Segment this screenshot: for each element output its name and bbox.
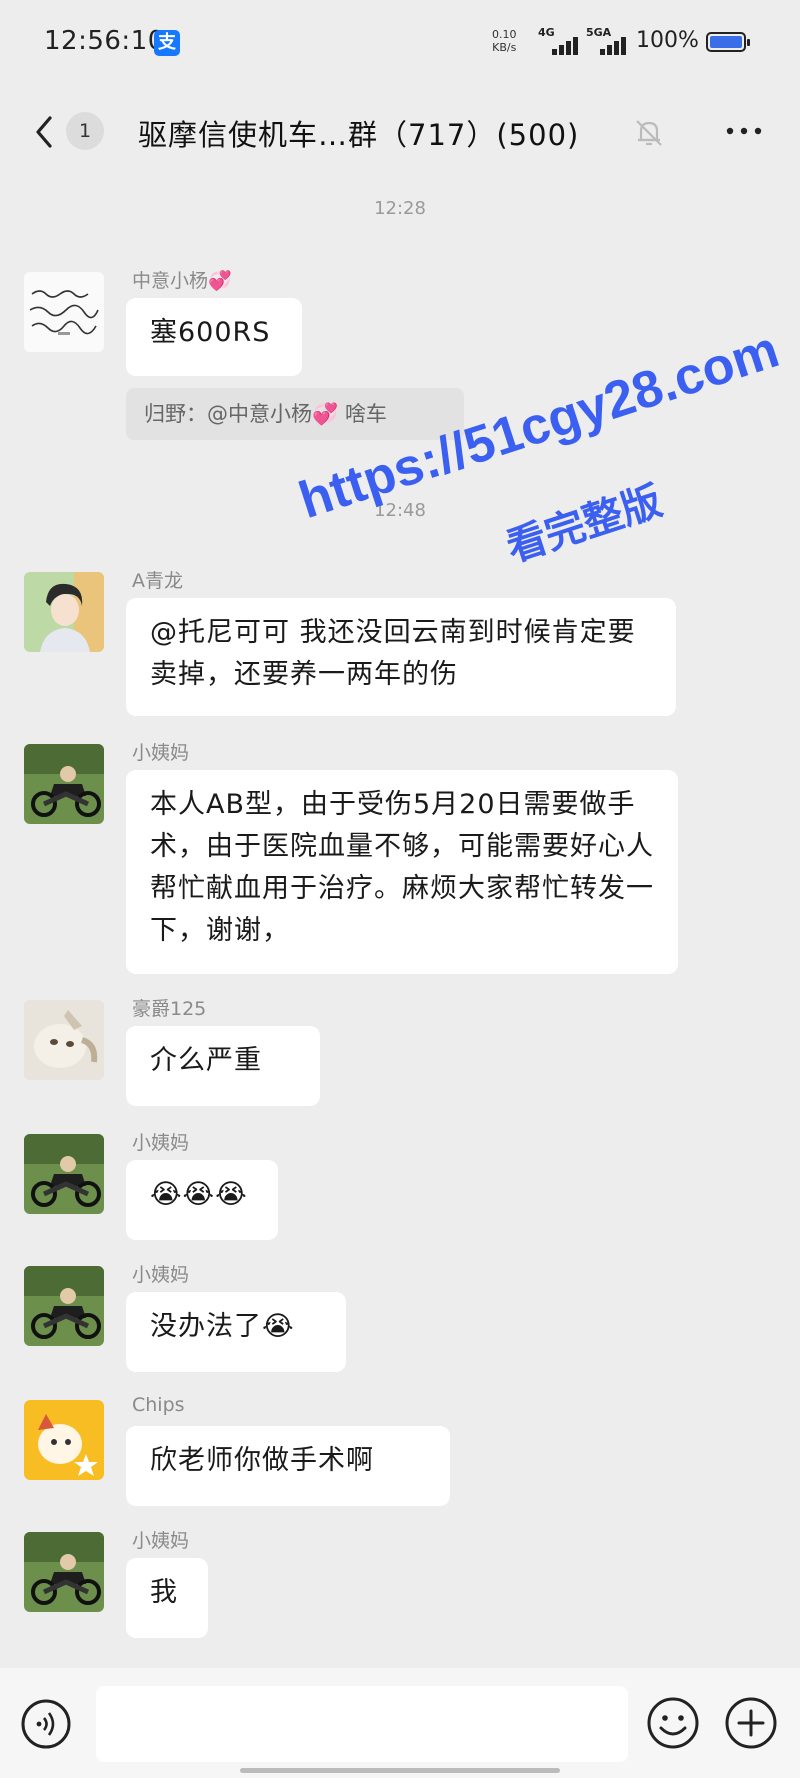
message-bubble[interactable]: 介么严重 — [126, 1026, 320, 1106]
network-speed-unit: KB/s — [492, 41, 517, 54]
emoji-icon[interactable] — [646, 1696, 700, 1750]
avatar[interactable] — [24, 1266, 104, 1346]
back-arrow-icon[interactable] — [28, 114, 64, 150]
network-speed: 0.10 KB/s — [492, 28, 517, 54]
battery-percent: 100% — [636, 28, 699, 53]
network-speed-value: 0.10 — [492, 28, 517, 41]
message-input-bar — [0, 1668, 800, 1778]
timestamp: 12:28 — [374, 198, 426, 219]
unread-count-badge[interactable]: 1 — [66, 112, 104, 150]
plus-icon[interactable] — [724, 1696, 778, 1750]
avatar[interactable] — [24, 572, 104, 652]
home-indicator — [240, 1768, 560, 1773]
avatar[interactable] — [24, 1000, 104, 1080]
message-bubble[interactable]: 塞600RS — [126, 298, 302, 376]
sender-name: 小姨妈 — [132, 1530, 190, 1552]
message-bubble[interactable]: 本人AB型，由于受伤5月20日需要做手术，由于医院血量不够，可能需要好心人帮忙献… — [126, 770, 678, 974]
sender-name: 中意小杨💞 — [132, 270, 232, 292]
avatar[interactable] — [24, 1400, 104, 1480]
sender-name: A青龙 — [132, 570, 183, 592]
message-input[interactable] — [96, 1686, 628, 1762]
sender-name: Chips — [132, 1394, 185, 1416]
timestamp: 12:48 — [374, 500, 426, 521]
message-bubble[interactable]: 欣老师你做手术啊 — [126, 1426, 450, 1506]
cellular-signal-icon: 4G — [538, 26, 588, 58]
battery-icon — [706, 32, 750, 52]
avatar[interactable] — [24, 272, 104, 352]
status-bar: 12:56:10 支 0.10 KB/s 4G 5GA 100% — [0, 0, 800, 88]
avatar[interactable] — [24, 744, 104, 824]
voice-input-icon[interactable] — [20, 1698, 72, 1750]
message-bubble[interactable]: 没办法了😭 — [126, 1292, 346, 1372]
alipay-icon: 支 — [154, 30, 180, 56]
more-options-icon[interactable] — [722, 116, 766, 146]
mute-bell-icon — [636, 120, 662, 146]
chat-title[interactable]: 驱摩信使机车…群（717）(500) — [138, 112, 579, 154]
message-bubble[interactable]: @托尼可可 我还没回云南到时候肯定要卖掉，还要养一两年的伤 — [126, 598, 676, 716]
status-time: 12:56:10 — [44, 26, 165, 56]
sender-name: 豪爵125 — [132, 998, 207, 1020]
chat-header: 1 驱摩信使机车…群（717）(500) — [0, 96, 800, 168]
cellular-signal-icon-2: 5GA — [586, 26, 636, 58]
message-bubble[interactable]: 我 — [126, 1558, 208, 1638]
quoted-reply[interactable]: 归野：@中意小杨💞 啥车 — [126, 388, 464, 440]
sender-name: 小姨妈 — [132, 1264, 190, 1286]
avatar[interactable] — [24, 1532, 104, 1612]
sender-name: 小姨妈 — [132, 742, 190, 764]
message-bubble[interactable]: 😭😭😭 — [126, 1160, 278, 1240]
sender-name: 小姨妈 — [132, 1132, 190, 1154]
avatar[interactable] — [24, 1134, 104, 1214]
